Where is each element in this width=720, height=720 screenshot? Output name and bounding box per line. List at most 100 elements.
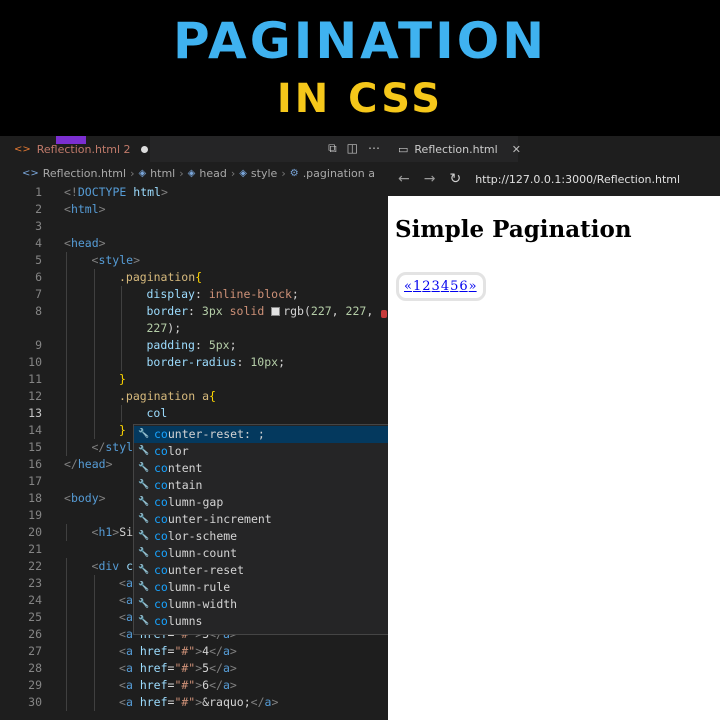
indent-guide: [93, 303, 95, 320]
code-token: 10px: [250, 355, 279, 369]
code-line[interactable]: 227);: [0, 320, 388, 337]
code-line[interactable]: 3: [0, 218, 388, 235]
indent-guide: [93, 354, 95, 371]
code-token: <: [119, 627, 126, 641]
code-line[interactable]: 12 .pagination a{: [0, 388, 388, 405]
code-line[interactable]: 7 display: inline-block;: [0, 286, 388, 303]
line-number: 10: [28, 355, 42, 369]
code-token: head: [70, 236, 99, 250]
code-token: ,: [366, 304, 374, 318]
code-line[interactable]: 2 <html>: [0, 201, 388, 218]
breadcrumb-item[interactable]: style: [251, 167, 277, 180]
code-token: a: [125, 593, 133, 607]
code-line[interactable]: 13 col: [0, 405, 388, 422]
indent-guide: [121, 405, 122, 422]
code-token: href: [139, 661, 168, 675]
code-line[interactable]: 11}: [0, 371, 388, 388]
code-token: >: [98, 491, 106, 505]
line-number: 11: [28, 372, 42, 386]
line-number: 1: [35, 185, 42, 199]
code-token: href: [139, 695, 168, 709]
breadcrumb-item[interactable]: .pagination a: [303, 167, 375, 180]
code-token: :: [236, 355, 251, 369]
code-token: &raquo;: [202, 695, 251, 709]
indent-guide: [93, 660, 95, 677]
code-line[interactable]: 5 <style>: [0, 252, 388, 269]
more-actions-icon[interactable]: ⋯: [368, 141, 380, 156]
wrench-icon: 🔧: [138, 480, 150, 490]
code-token: html: [133, 185, 161, 199]
page-link[interactable]: 4: [441, 279, 449, 294]
browser-tab[interactable]: ▭ Reflection.html ✕: [388, 136, 521, 162]
indent-guide: [66, 609, 67, 626]
indent-guide: [93, 575, 95, 592]
code-token: );: [167, 321, 182, 335]
indent-guide: [66, 320, 67, 337]
code-token: a: [125, 610, 133, 624]
breadcrumb-item[interactable]: Reflection.html: [43, 167, 126, 180]
code-text: }: [119, 371, 126, 388]
open-preview-icon[interactable]: ⧉: [328, 141, 337, 156]
code-text: <a href="#">4</a>: [119, 643, 237, 660]
code-text: <!DOCTYPE html>: [64, 184, 168, 201]
code-token: .pagination a: [119, 389, 210, 403]
line-number: 27: [28, 644, 42, 658]
address-bar[interactable]: http://127.0.0.1:3000/Reflection.html: [475, 173, 680, 186]
line-number: 23: [28, 576, 42, 590]
page-link[interactable]: 2: [422, 279, 430, 294]
code-line[interactable]: 27 <a href="#">4</a>: [0, 643, 388, 660]
code-token: <: [64, 202, 71, 216]
code-token: border-radius: [146, 355, 237, 369]
back-arrow-icon[interactable]: ←: [398, 171, 410, 187]
code-token: >: [98, 202, 106, 216]
code-line[interactable]: 6 .pagination{: [0, 269, 388, 286]
page-link[interactable]: »: [469, 279, 477, 294]
page-link[interactable]: «: [404, 279, 412, 294]
page-link[interactable]: 3: [432, 279, 440, 294]
suggestion-label: counter-increment: [154, 512, 272, 526]
code-line[interactable]: 28 <a href="#">5</a>: [0, 660, 388, 677]
code-text: <body>: [64, 490, 106, 507]
code-token: <: [119, 695, 126, 709]
indent-guide: [93, 269, 95, 286]
line-number: 4: [35, 236, 42, 250]
pagination: «123456»: [396, 272, 486, 301]
unsaved-dot-icon[interactable]: [140, 145, 148, 153]
split-editor-icon[interactable]: ◫: [347, 141, 358, 156]
code-token: {: [209, 389, 216, 403]
indent-guide: [66, 422, 67, 439]
indent-guide: [93, 694, 95, 711]
page-link[interactable]: 1: [413, 279, 421, 294]
code-line[interactable]: 8 border: 3px solid rgb(227, 227,: [0, 303, 388, 320]
page-link[interactable]: 6: [459, 279, 467, 294]
code-line[interactable]: 10 border-radius: 10px;: [0, 354, 388, 371]
breadcrumb-item[interactable]: head: [199, 167, 226, 180]
code-line[interactable]: 29 <a href="#">6</a>: [0, 677, 388, 694]
forward-arrow-icon[interactable]: →: [424, 171, 436, 187]
code-text: </head>: [64, 456, 113, 473]
wrench-icon: 🔧: [138, 514, 150, 524]
code-line[interactable]: 9 padding: 5px;: [0, 337, 388, 354]
code-line[interactable]: 1 <!DOCTYPE html>: [0, 184, 388, 201]
close-tab-icon[interactable]: ✕: [512, 143, 521, 156]
code-token: head: [77, 457, 106, 471]
code-text: <a href="#">6</a>: [119, 677, 237, 694]
code-token: h1: [98, 525, 113, 539]
code-line[interactable]: 4 <head>: [0, 235, 388, 252]
wrench-icon: 🔧: [138, 599, 150, 609]
reload-icon[interactable]: ↻: [449, 171, 461, 187]
code-line[interactable]: 30 <a href="#">&raquo;</a>: [0, 694, 388, 711]
breadcrumb-item[interactable]: html: [150, 167, 175, 180]
indent-guide: [121, 286, 122, 303]
code-text: <div c: [92, 558, 134, 575]
overlay-badge: [56, 136, 86, 144]
code-text: <a href="#">5</a>: [119, 660, 237, 677]
indent-guide: [66, 269, 67, 286]
line-number: 3: [35, 219, 42, 233]
page-link[interactable]: 5: [450, 279, 458, 294]
breadcrumb-separator: ›: [179, 166, 184, 180]
code-token: </: [209, 678, 223, 692]
wrench-icon: 🔧: [138, 531, 150, 541]
